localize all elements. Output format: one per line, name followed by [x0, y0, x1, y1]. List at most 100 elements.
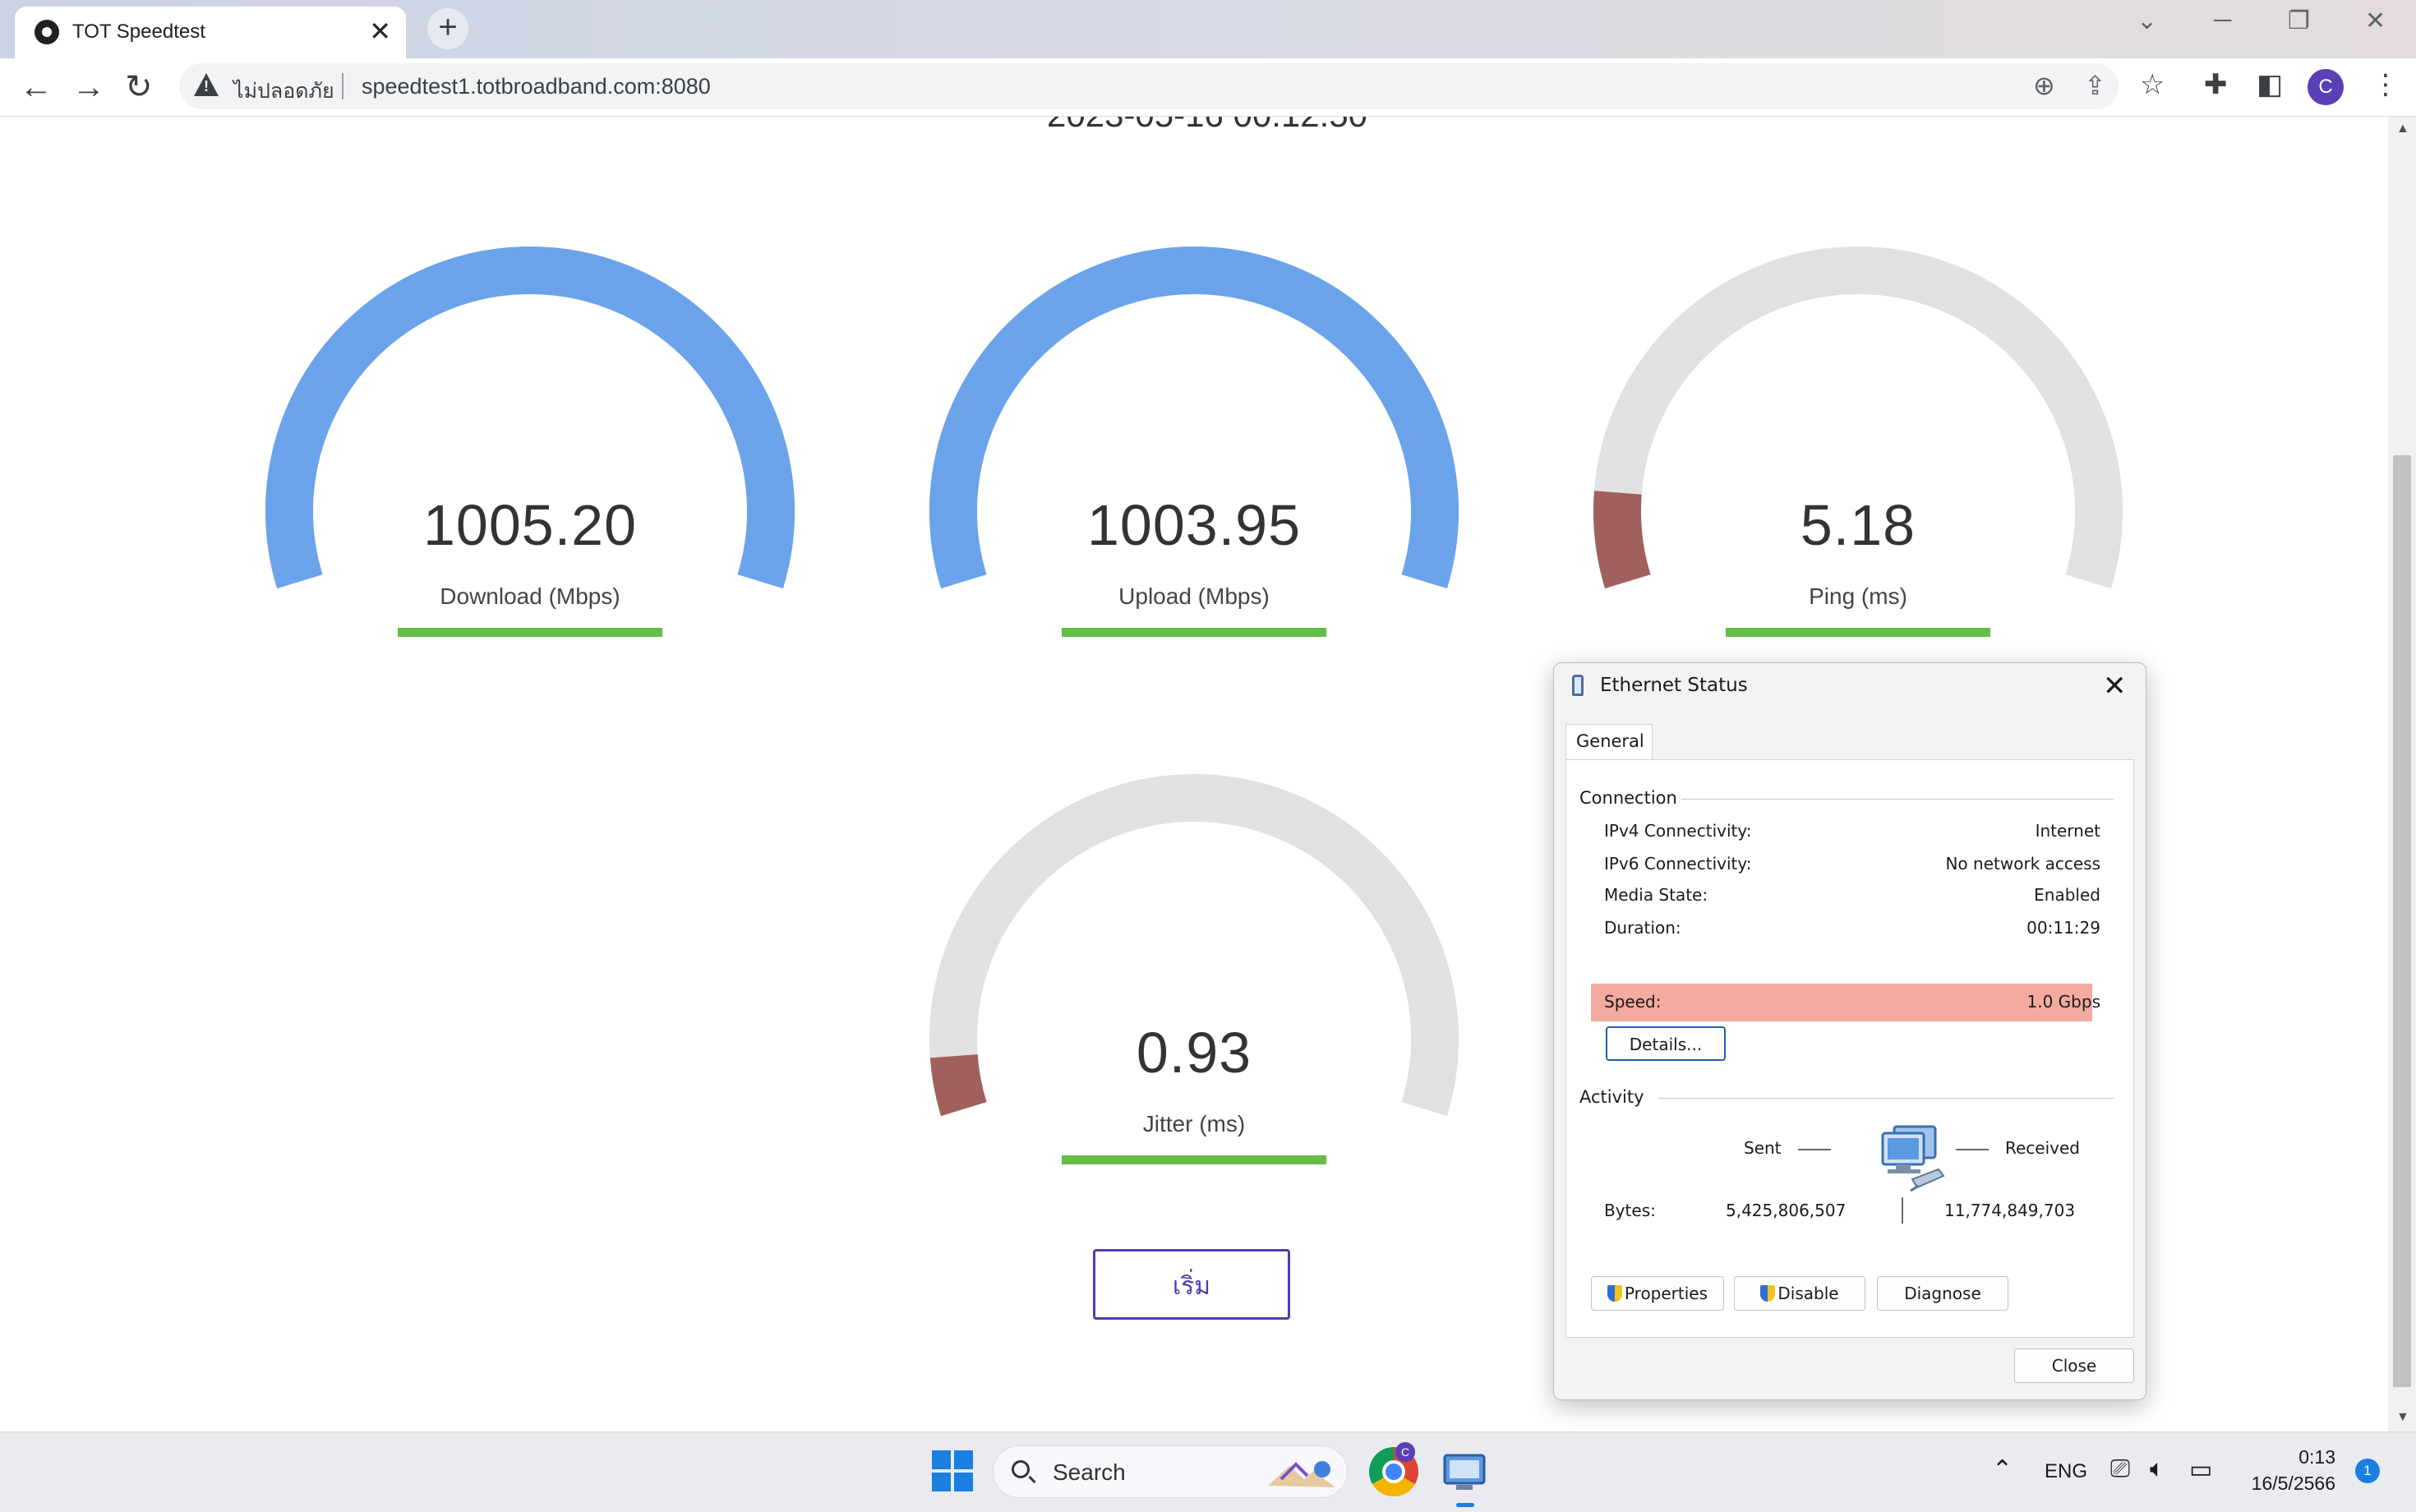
ping-label: Ping (ms)	[1809, 583, 1907, 609]
ping-value: 5.18	[1800, 493, 1916, 557]
ipv6-value: No network access	[1945, 854, 2100, 874]
restore-icon[interactable]: ❐	[2288, 7, 2310, 35]
clock[interactable]: 0:13 16/5/2566	[2243, 1444, 2335, 1496]
bytes-received-value: 11,774,849,703	[1944, 1201, 2076, 1220]
speed-highlight	[1591, 984, 2092, 1021]
disable-button[interactable]: Disable	[1734, 1276, 1865, 1311]
diagnose-button[interactable]: Diagnose	[1877, 1276, 2008, 1311]
tab-close-button[interactable]: ✕	[369, 16, 391, 46]
page-scrollbar[interactable]: ▲ ▼	[2388, 117, 2416, 1431]
window-close-icon[interactable]: ✕	[2365, 7, 2386, 35]
scroll-thumb[interactable]	[2393, 455, 2411, 1387]
bytes-sent-value: 5,425,806,507	[1726, 1201, 1847, 1220]
download-value: 1005.20	[422, 493, 638, 557]
download-label: Download (Mbps)	[440, 583, 620, 609]
network-computers-icon	[1881, 1125, 1945, 1192]
battery-icon[interactable]: ▭	[2189, 1455, 2212, 1484]
active-app-indicator	[1456, 1503, 1474, 1507]
tab-general[interactable]: General	[1565, 724, 1653, 760]
ipv4-value: Internet	[2035, 821, 2100, 841]
activity-divider	[1902, 1197, 1903, 1224]
zoom-icon[interactable]: ⊕	[2033, 70, 2055, 101]
tab-general-label: General	[1576, 731, 1644, 751]
scroll-up-icon[interactable]: ▲	[2396, 122, 2409, 136]
general-panel: Connection IPv4 Connectivity: Internet I…	[1565, 759, 2134, 1338]
minimize-icon[interactable]: ─	[2214, 7, 2231, 35]
received-line	[1956, 1149, 1989, 1150]
start-button[interactable]: เริ่ม	[1093, 1249, 1290, 1320]
properties-button[interactable]: Properties	[1591, 1276, 1724, 1311]
notification-badge[interactable]: 1	[2355, 1459, 2380, 1483]
share-icon[interactable]: ⇪	[2084, 70, 2106, 101]
divider	[342, 73, 343, 99]
side-panel-icon[interactable]: ◧	[2257, 68, 2283, 101]
media-state-key: Media State:	[1604, 885, 1708, 905]
ping-gauge-arc	[1593, 247, 2123, 589]
bytes-label: Bytes:	[1604, 1201, 1656, 1220]
download-status-bar	[398, 628, 662, 637]
forward-icon[interactable]: →	[72, 67, 105, 108]
not-secure-label[interactable]: ไม่ปลอดภัย	[233, 75, 334, 108]
back-icon[interactable]: ←	[20, 67, 53, 108]
received-label: Received	[2005, 1138, 2080, 1158]
taskbar-search[interactable]: Search	[993, 1445, 1348, 1498]
divider	[1681, 799, 2114, 800]
disable-label: Disable	[1777, 1284, 1839, 1303]
globe-icon	[35, 20, 59, 44]
download-gauge: 1005.20 Download (Mbps)	[263, 242, 797, 768]
tab-search-icon[interactable]: ⌄	[2137, 7, 2157, 35]
jitter-value: 0.93	[1136, 1021, 1252, 1085]
jitter-gauge-arc	[929, 774, 1459, 1117]
scroll-down-icon[interactable]: ▼	[2396, 1410, 2409, 1425]
media-state-value: Enabled	[2034, 885, 2100, 905]
close-button[interactable]: Close	[2014, 1348, 2134, 1383]
extensions-icon[interactable]: ✚	[2204, 68, 2228, 101]
reload-icon[interactable]: ↻	[125, 67, 153, 108]
bookmark-star-icon[interactable]: ☆	[2140, 68, 2165, 101]
volume-icon[interactable]: 🔈︎	[2150, 1455, 2165, 1483]
ping-status-bar	[1726, 628, 1990, 637]
search-label: Search	[1053, 1459, 1126, 1485]
connection-heading: Connection	[1579, 788, 1677, 808]
jitter-status-bar	[1062, 1155, 1326, 1164]
shield-icon	[1607, 1285, 1622, 1302]
speed-key: Speed:	[1604, 992, 1662, 1012]
warning-icon[interactable]	[194, 73, 219, 96]
tab-strip: TOT Speedtest ✕ + ⌄ ─ ❐ ✕	[0, 0, 2416, 58]
browser-tab[interactable]: TOT Speedtest ✕	[15, 7, 406, 58]
sent-label: Sent	[1744, 1138, 1782, 1158]
ethernet-status-dialog: Ethernet Status ✕ General Connection IPv…	[1553, 662, 2146, 1400]
properties-label: Properties	[1624, 1284, 1708, 1303]
avatar[interactable]: C	[2308, 69, 2344, 105]
jitter-gauge: 0.93 Jitter (ms)	[927, 769, 1461, 1295]
jitter-label: Jitter (ms)	[1142, 1111, 1246, 1136]
duration-value: 00:11:29	[2026, 918, 2100, 938]
tab-title: TOT Speedtest	[72, 21, 205, 43]
details-button[interactable]: Details...	[1606, 1026, 1726, 1061]
test-datetime: 2023-05-16 00:12:50	[1047, 117, 1367, 135]
upload-gauge-arc	[929, 247, 1459, 589]
upload-value: 1003.95	[1086, 493, 1302, 557]
menu-icon[interactable]: ⋮	[2372, 68, 2400, 101]
clock-date: 16/5/2566	[2251, 1473, 2335, 1494]
url-text[interactable]: speedtest1.totbroadband.com:8080	[362, 74, 711, 99]
new-tab-button[interactable]: +	[427, 8, 468, 49]
network-icon[interactable]: ⎚	[2110, 1455, 2130, 1483]
show-hidden-icons-icon[interactable]: ⌃	[1992, 1455, 2013, 1484]
ipv4-key: IPv4 Connectivity:	[1604, 821, 1752, 841]
windows-start-icon[interactable]	[932, 1450, 973, 1491]
language-indicator[interactable]: ENG	[2045, 1460, 2087, 1483]
activity-heading: Activity	[1579, 1087, 1644, 1107]
network-settings-taskbar-icon[interactable]	[1440, 1447, 1489, 1496]
dialog-close-icon[interactable]: ✕	[2103, 670, 2127, 703]
address-bar[interactable]: ไม่ปลอดภัย speedtest1.totbroadband.com:8…	[179, 63, 2119, 109]
search-highlight-illustration-icon	[1268, 1461, 1335, 1487]
browser-toolbar: ← → ↻ ไม่ปลอดภัย speedtest1.totbroadband…	[0, 58, 2416, 117]
clock-time: 0:13	[2298, 1446, 2335, 1468]
ipv6-key: IPv6 Connectivity:	[1604, 854, 1752, 874]
divider	[1658, 1098, 2114, 1099]
upload-label: Upload (Mbps)	[1118, 583, 1270, 609]
download-gauge-arc	[265, 247, 795, 589]
upload-status-bar	[1062, 628, 1326, 637]
upload-gauge: 1003.95 Upload (Mbps)	[927, 242, 1461, 768]
